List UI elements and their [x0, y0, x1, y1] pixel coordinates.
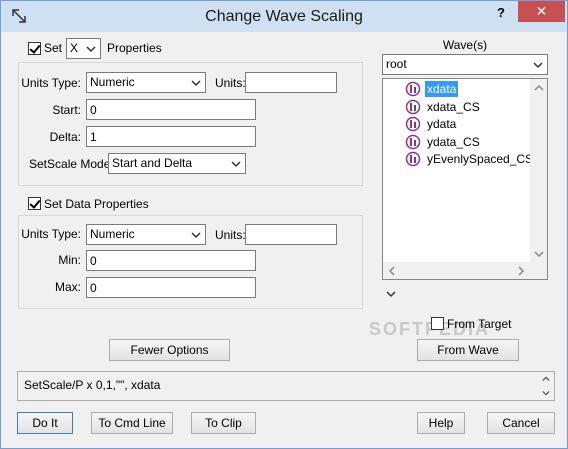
- wave-item-label: ydata: [427, 117, 457, 131]
- start-input[interactable]: [86, 99, 256, 120]
- window-title: Change Wave Scaling: [205, 8, 363, 25]
- set-data-checkbox[interactable]: [28, 197, 41, 210]
- set-x-checkbox[interactable]: [28, 42, 41, 55]
- x-units-input[interactable]: [245, 72, 337, 93]
- cancel-button[interactable]: Cancel: [487, 412, 555, 434]
- fewer-options-button[interactable]: Fewer Options: [109, 339, 230, 361]
- wave-item-label: xdata: [425, 81, 459, 97]
- setscale-mode-select[interactable]: Start and Delta: [108, 153, 246, 174]
- setscale-mode-label: SetScale Mode:: [29, 157, 114, 171]
- wave-item-label: yEvenlySpaced_CS: [427, 152, 534, 166]
- wave-icon: [405, 81, 421, 97]
- title-bar: Change Wave Scaling ? ✕: [1, 1, 567, 32]
- chevron-down-icon: [533, 62, 543, 69]
- scroll-down-icon[interactable]: [542, 389, 550, 397]
- scroll-right-icon[interactable]: [516, 266, 526, 276]
- scroll-up-icon[interactable]: [542, 375, 550, 383]
- chevron-down-icon: [191, 232, 201, 239]
- set-label: Set: [44, 41, 63, 55]
- command-preview: SetScale/P x 0,1,"", xdata: [17, 371, 555, 401]
- wave-item-label: ydata_CS: [427, 134, 480, 149]
- min-label: Min:: [58, 253, 81, 267]
- waves-listbox[interactable]: xdata xdata_CSydata ydata_CS yEvenlySpaced_…: [382, 78, 548, 280]
- scroll-up-icon[interactable]: [534, 83, 544, 93]
- x-units-type-select[interactable]: Numeric: [86, 72, 206, 93]
- wave-icon: [405, 151, 421, 167]
- vertical-scrollbar[interactable]: [530, 79, 547, 263]
- set-data-label: Set Data Properties: [44, 197, 149, 211]
- axis-select-value: X: [70, 41, 79, 55]
- delta-label: Delta:: [49, 130, 81, 144]
- chevron-down-icon: [191, 80, 201, 87]
- x-units-type-label: Units Type:: [21, 76, 81, 90]
- close-button[interactable]: ✕: [518, 1, 565, 22]
- scroll-down-icon[interactable]: [534, 249, 544, 259]
- folder-select-value: root: [386, 57, 407, 71]
- min-input[interactable]: [86, 250, 256, 271]
- from-wave-button[interactable]: From Wave: [417, 339, 519, 361]
- data-units-input[interactable]: [245, 224, 337, 245]
- do-it-button[interactable]: Do It: [17, 412, 73, 434]
- to-cmd-line-button[interactable]: To Cmd Line: [91, 412, 173, 434]
- start-label: Start:: [52, 103, 81, 117]
- axis-select[interactable]: X: [66, 38, 101, 59]
- wave-icon: [405, 134, 421, 149]
- data-units-label: Units:: [215, 228, 246, 242]
- dialog-window: Change Wave Scaling ? ✕ Set X Properties…: [0, 0, 568, 449]
- max-label: Max:: [54, 280, 81, 294]
- delta-input[interactable]: [86, 126, 256, 147]
- wave-icon: [405, 116, 421, 132]
- wave-icon: [405, 99, 421, 114]
- wave-item-label: xdata_CS: [427, 99, 480, 114]
- from-target-label: From Target: [447, 317, 512, 331]
- x-units-label: Units:: [215, 76, 246, 90]
- folder-select[interactable]: root: [382, 54, 548, 75]
- to-clip-button[interactable]: To Clip: [191, 412, 256, 434]
- chevron-down-icon: [231, 161, 241, 168]
- help-button[interactable]: Help: [417, 412, 465, 434]
- command-text: SetScale/P x 0,1,"", xdata: [24, 378, 161, 392]
- data-units-type-select[interactable]: Numeric: [86, 224, 206, 245]
- max-input[interactable]: [86, 277, 256, 298]
- expand-chevron-icon[interactable]: [386, 289, 396, 299]
- data-units-type-value: Numeric: [90, 227, 135, 241]
- scroll-left-icon[interactable]: [387, 266, 397, 276]
- properties-label: Properties: [107, 41, 162, 55]
- setscale-mode-value: Start and Delta: [112, 156, 193, 170]
- chevron-down-icon: [86, 46, 96, 53]
- waves-label: Wave(s): [442, 38, 488, 52]
- data-units-type-label: Units Type:: [21, 227, 81, 241]
- horizontal-scrollbar[interactable]: [383, 262, 547, 279]
- title-help-button[interactable]: ?: [497, 5, 505, 20]
- x-units-type-value: Numeric: [90, 75, 135, 89]
- from-target-checkbox[interactable]: [431, 317, 444, 330]
